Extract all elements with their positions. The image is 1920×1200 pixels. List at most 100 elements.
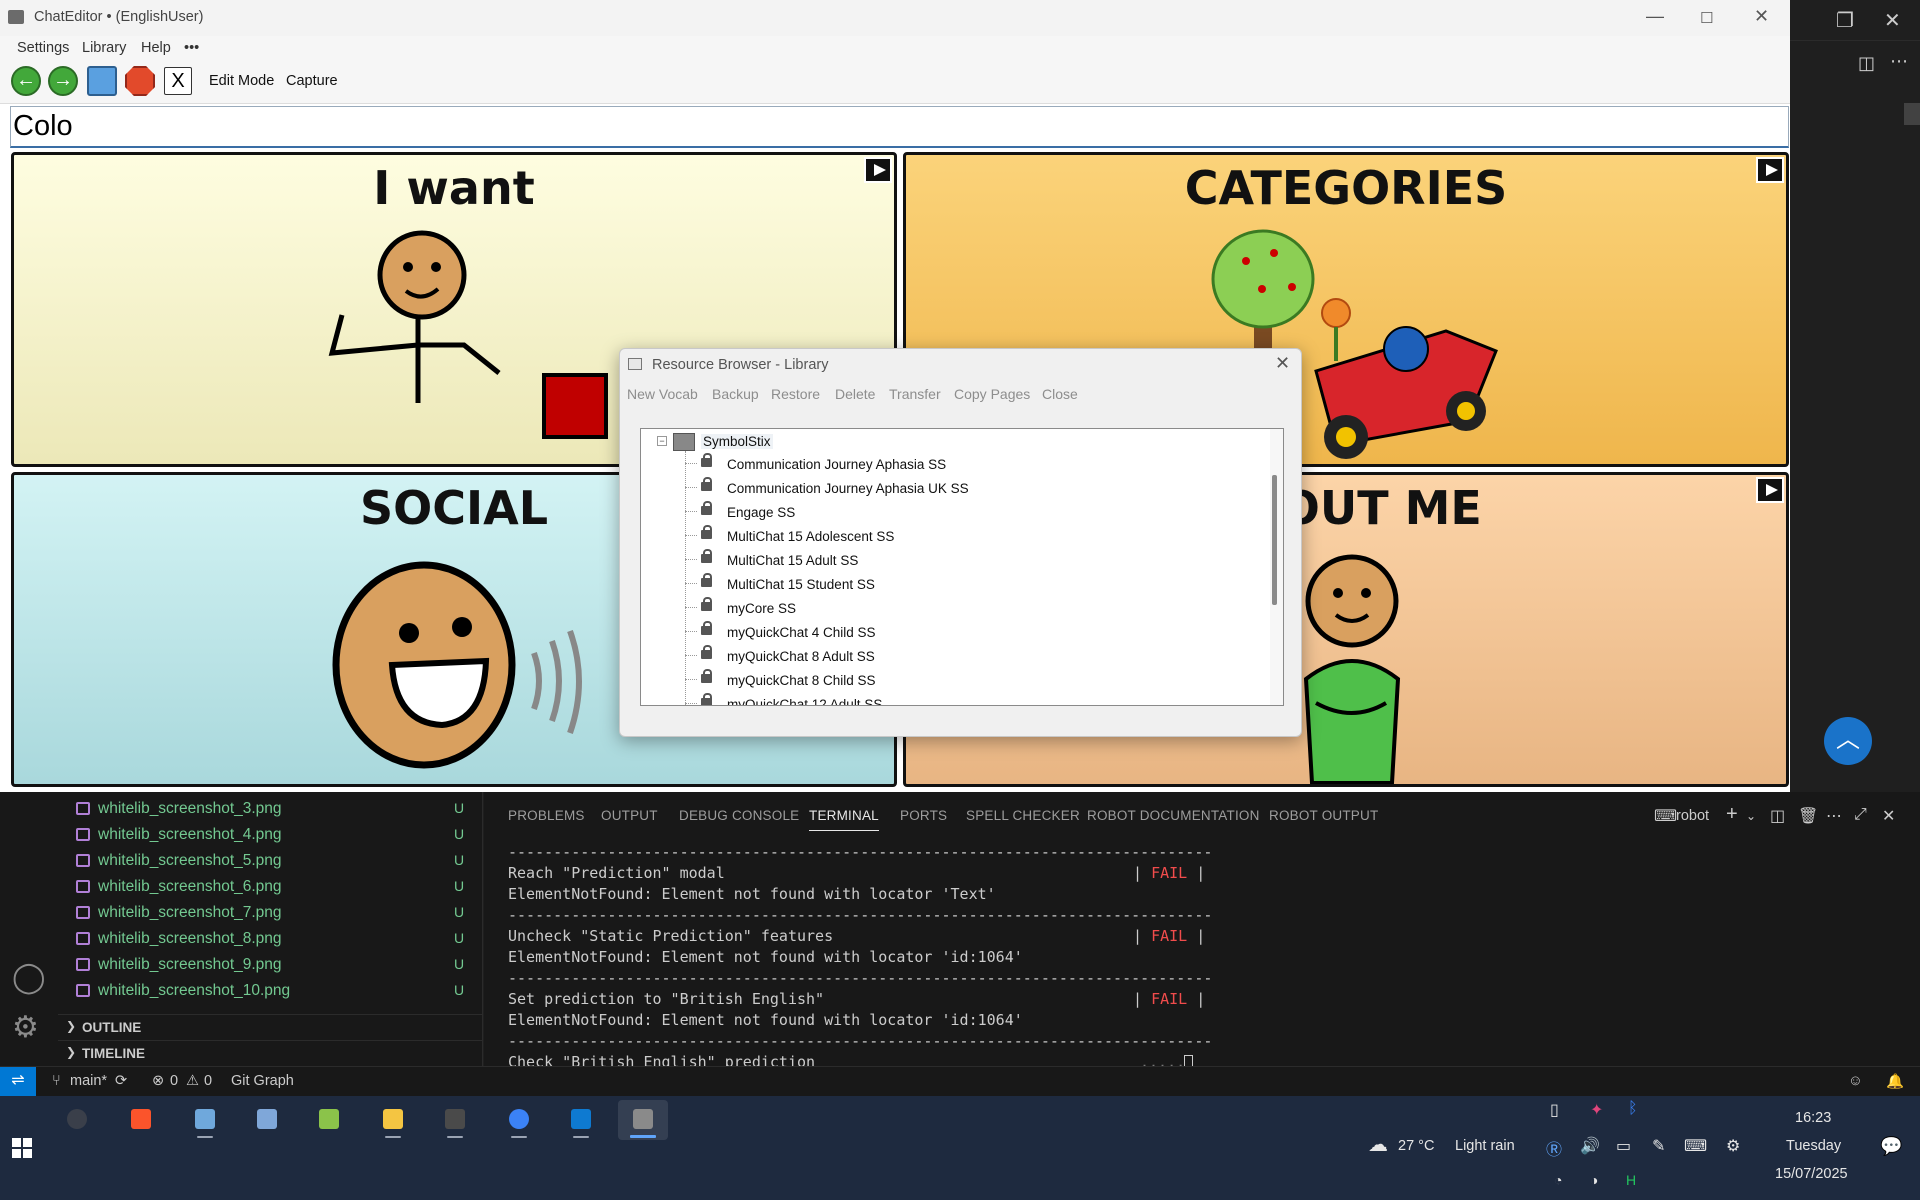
- settings-gear-icon[interactable]: ⚙: [1726, 1136, 1740, 1156]
- timeline-section-header[interactable]: ❯ TIMELINE: [58, 1040, 483, 1064]
- menu-library[interactable]: Library: [82, 40, 126, 56]
- tree-item[interactable]: myQuickChat 4 Child SS: [685, 621, 1245, 645]
- tab-robot-documentation[interactable]: ROBOT DOCUMENTATION: [1087, 808, 1260, 823]
- message-window[interactable]: Colo: [10, 106, 1789, 148]
- file-item[interactable]: whitelib_screenshot_7.png U: [76, 901, 476, 927]
- close-window-icon[interactable]: ✕: [1884, 8, 1901, 33]
- usb-icon[interactable]: ▯: [1550, 1100, 1559, 1120]
- menu-more[interactable]: •••: [184, 40, 199, 56]
- transfer-button[interactable]: Transfer: [889, 386, 941, 402]
- headset-icon[interactable]: ◑: [1590, 1172, 1598, 1188]
- chevron-down-icon[interactable]: ⌄: [1746, 809, 1756, 823]
- editor-scrollbar[interactable]: [1904, 103, 1920, 125]
- copilot-icon[interactable]: ☺: [1848, 1073, 1863, 1089]
- tree-item[interactable]: MultiChat 15 Student SS: [685, 573, 1245, 597]
- clear-message-icon[interactable]: X: [164, 67, 192, 95]
- file-item[interactable]: whitelib_screenshot_9.png U: [76, 953, 476, 979]
- tab-problems[interactable]: PROBLEMS: [508, 808, 585, 823]
- delete-button[interactable]: Delete: [835, 386, 875, 402]
- taskbar-app[interactable]: [180, 1100, 230, 1140]
- weather-text[interactable]: Light rain: [1455, 1138, 1515, 1154]
- keyboard-icon[interactable]: ⌨: [1684, 1136, 1707, 1156]
- tab-robot-output[interactable]: ROBOT OUTPUT: [1269, 808, 1378, 823]
- clock-date[interactable]: 15/07/2025: [1775, 1166, 1848, 1182]
- file-item[interactable]: whitelib_screenshot_3.png U: [76, 797, 476, 823]
- windows-start-icon[interactable]: [12, 1138, 32, 1158]
- wifi-icon[interactable]: ◔: [1554, 1172, 1562, 1188]
- split-editor-icon[interactable]: ◫: [1858, 53, 1875, 74]
- maximize-icon[interactable]: ☐: [1700, 9, 1713, 27]
- minimize-icon[interactable]: —: [1646, 6, 1664, 27]
- forward-arrow-icon[interactable]: →: [48, 66, 78, 96]
- backup-button[interactable]: Backup: [712, 386, 759, 402]
- close-icon[interactable]: ✕: [1754, 6, 1769, 27]
- tree-item[interactable]: MultiChat 15 Adult SS: [685, 549, 1245, 573]
- file-item[interactable]: whitelib_screenshot_8.png U: [76, 927, 476, 953]
- vocab-tree[interactable]: − SymbolStix Communication Journey Aphas…: [640, 428, 1284, 706]
- tab-ports[interactable]: PORTS: [900, 808, 947, 823]
- close-button[interactable]: Close: [1042, 386, 1078, 402]
- accounts-icon[interactable]: ◯: [12, 960, 46, 995]
- taskbar-vscode[interactable]: [556, 1100, 606, 1140]
- file-item[interactable]: whitelib_screenshot_5.png U: [76, 849, 476, 875]
- tree-item[interactable]: Communication Journey Aphasia UK SS: [685, 477, 1245, 501]
- taskbar-file-explorer[interactable]: [368, 1100, 418, 1140]
- capture-button[interactable]: Capture: [286, 73, 338, 89]
- battery-icon[interactable]: ▭: [1616, 1136, 1631, 1156]
- outline-section-header[interactable]: ❯ OUTLINE: [58, 1014, 483, 1038]
- split-terminal-icon[interactable]: ◫: [1770, 806, 1785, 826]
- taskbar-brave[interactable]: [116, 1100, 166, 1140]
- remote-indicator-icon[interactable]: ⇌: [0, 1067, 36, 1097]
- tree-item[interactable]: myQuickChat 8 Child SS: [685, 669, 1245, 693]
- tray-h-icon[interactable]: H: [1626, 1172, 1636, 1188]
- tab-debug-console[interactable]: DEBUG CONSOLE: [679, 808, 799, 823]
- tree-item[interactable]: Engage SS: [685, 501, 1245, 525]
- copy-pages-button[interactable]: Copy Pages: [954, 386, 1030, 402]
- tray-app-icon[interactable]: ✦: [1590, 1100, 1603, 1120]
- taskbar-app[interactable]: [304, 1100, 354, 1140]
- edit-mode-button[interactable]: Edit Mode: [209, 73, 274, 89]
- file-item[interactable]: whitelib_screenshot_6.png U: [76, 875, 476, 901]
- tree-item[interactable]: Communication Journey Aphasia SS: [685, 453, 1245, 477]
- git-graph-button[interactable]: Git Graph: [231, 1073, 294, 1089]
- volume-icon[interactable]: 🔊: [1580, 1136, 1600, 1156]
- more-icon[interactable]: ⋯: [1826, 806, 1842, 826]
- tree-item[interactable]: MultiChat 15 Adolescent SS: [685, 525, 1245, 549]
- file-item[interactable]: whitelib_screenshot_4.png U: [76, 823, 476, 849]
- maximize-panel-icon[interactable]: ⤢: [1854, 806, 1867, 824]
- new-terminal-icon[interactable]: +: [1726, 803, 1738, 826]
- git-branch[interactable]: main*: [70, 1073, 107, 1089]
- sync-icon[interactable]: ⟳: [115, 1073, 127, 1089]
- clock-time-top[interactable]: 16:23: [1795, 1110, 1831, 1126]
- stop-icon[interactable]: [125, 66, 155, 96]
- weather-temp[interactable]: 27 °C: [1398, 1138, 1434, 1154]
- error-count[interactable]: 0: [170, 1073, 178, 1089]
- tree-item[interactable]: myQuickChat 8 Adult SS: [685, 645, 1245, 669]
- taskbar-app[interactable]: [52, 1100, 102, 1140]
- tab-spell-checker[interactable]: SPELL CHECKER: [966, 808, 1080, 823]
- back-arrow-icon[interactable]: ←: [11, 66, 41, 96]
- menu-help[interactable]: Help: [141, 40, 171, 56]
- menu-settings[interactable]: Settings: [17, 40, 69, 56]
- warning-count[interactable]: 0: [204, 1073, 212, 1089]
- file-item[interactable]: whitelib_screenshot_10.png U: [76, 979, 476, 1005]
- new-vocab-button[interactable]: New Vocab: [627, 386, 698, 402]
- tree-scrollbar-thumb[interactable]: [1272, 475, 1277, 605]
- taskbar-chateditor[interactable]: [618, 1100, 668, 1140]
- close-panel-icon[interactable]: ✕: [1882, 806, 1895, 826]
- taskbar-app[interactable]: [494, 1100, 544, 1140]
- tray-r-icon[interactable]: Ⓡ: [1546, 1136, 1562, 1160]
- bluetooth-icon[interactable]: ᛒ: [1628, 1100, 1638, 1118]
- close-icon[interactable]: ✕: [1275, 353, 1290, 374]
- scroll-to-top-button[interactable]: ︿: [1824, 717, 1872, 765]
- restore-button[interactable]: Restore: [771, 386, 820, 402]
- home-icon[interactable]: [87, 66, 117, 96]
- tree-item[interactable]: myQuickChat 12 Adult SS: [685, 693, 1245, 705]
- weather-rain-icon[interactable]: ☁: [1368, 1132, 1388, 1157]
- manage-gear-icon[interactable]: ⚙: [12, 1010, 39, 1045]
- terminal-output[interactable]: ----------------------------------------…: [508, 840, 1708, 1072]
- tab-output[interactable]: OUTPUT: [601, 808, 658, 823]
- taskbar-photos[interactable]: [242, 1100, 292, 1140]
- trash-icon[interactable]: 🗑: [1798, 806, 1818, 826]
- taskbar-terminal[interactable]: [430, 1100, 480, 1140]
